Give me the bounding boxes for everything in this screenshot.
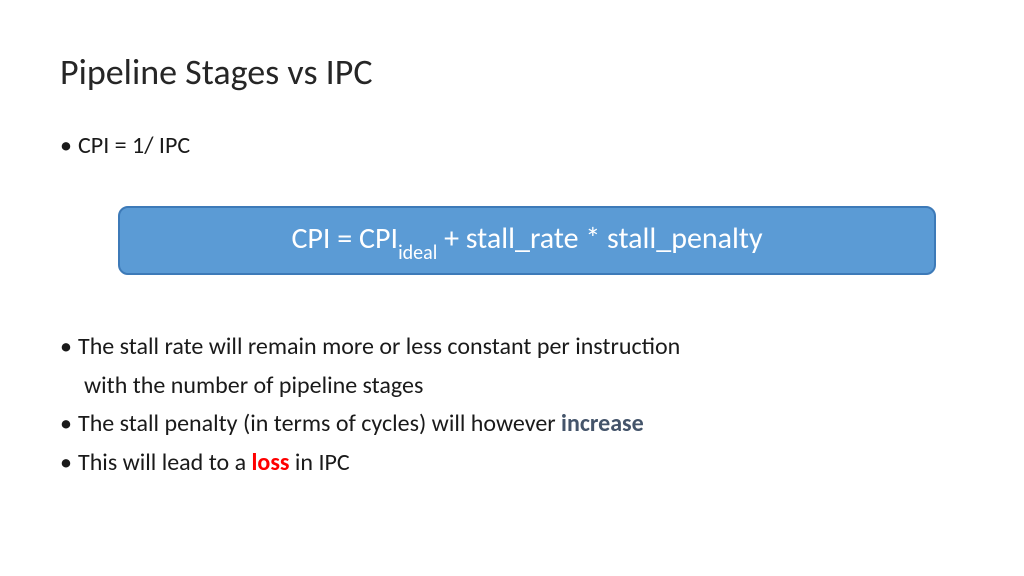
- bullet-1: • CPI = 1/ IPC: [60, 130, 964, 162]
- bullet-3-text: The stall penalty (in terms of cycles) w…: [78, 408, 964, 440]
- bullet-3-pre: The stall penalty (in terms of cycles) w…: [78, 409, 561, 438]
- formula-subscript: ideal: [398, 241, 437, 265]
- bullet-2: • The stall rate will remain more or les…: [60, 331, 964, 363]
- bullet-dot-icon: •: [60, 130, 78, 162]
- formula-pre: CPI = CPI: [291, 220, 398, 257]
- bullet-dot-icon: •: [60, 408, 78, 440]
- formula-post: + stall_rate * stall_penalty: [437, 220, 762, 257]
- bullet-4-text: This will lead to a loss in IPC: [78, 447, 964, 479]
- bullet-1-text: CPI = 1/ IPC: [78, 130, 964, 162]
- bullet-4-post: in IPC: [289, 448, 349, 477]
- bullet-2-text-line2: with the number of pipeline stages: [84, 370, 964, 402]
- bullet-4-emphasis: loss: [252, 448, 290, 477]
- bullet-3: • The stall penalty (in terms of cycles)…: [60, 408, 964, 440]
- bullet-4-pre: This will lead to a: [78, 448, 252, 477]
- bullet-4: • This will lead to a loss in IPC: [60, 447, 964, 479]
- bullet-dot-icon: •: [60, 447, 78, 479]
- bullet-2-text-line1: The stall rate will remain more or less …: [78, 331, 964, 363]
- bullet-3-emphasis: increase: [561, 409, 644, 438]
- formula-box: CPI = CPIideal + stall_rate * stall_pena…: [118, 206, 936, 275]
- slide-title: Pipeline Stages vs IPC: [60, 50, 964, 94]
- bullet-dot-icon: •: [60, 331, 78, 363]
